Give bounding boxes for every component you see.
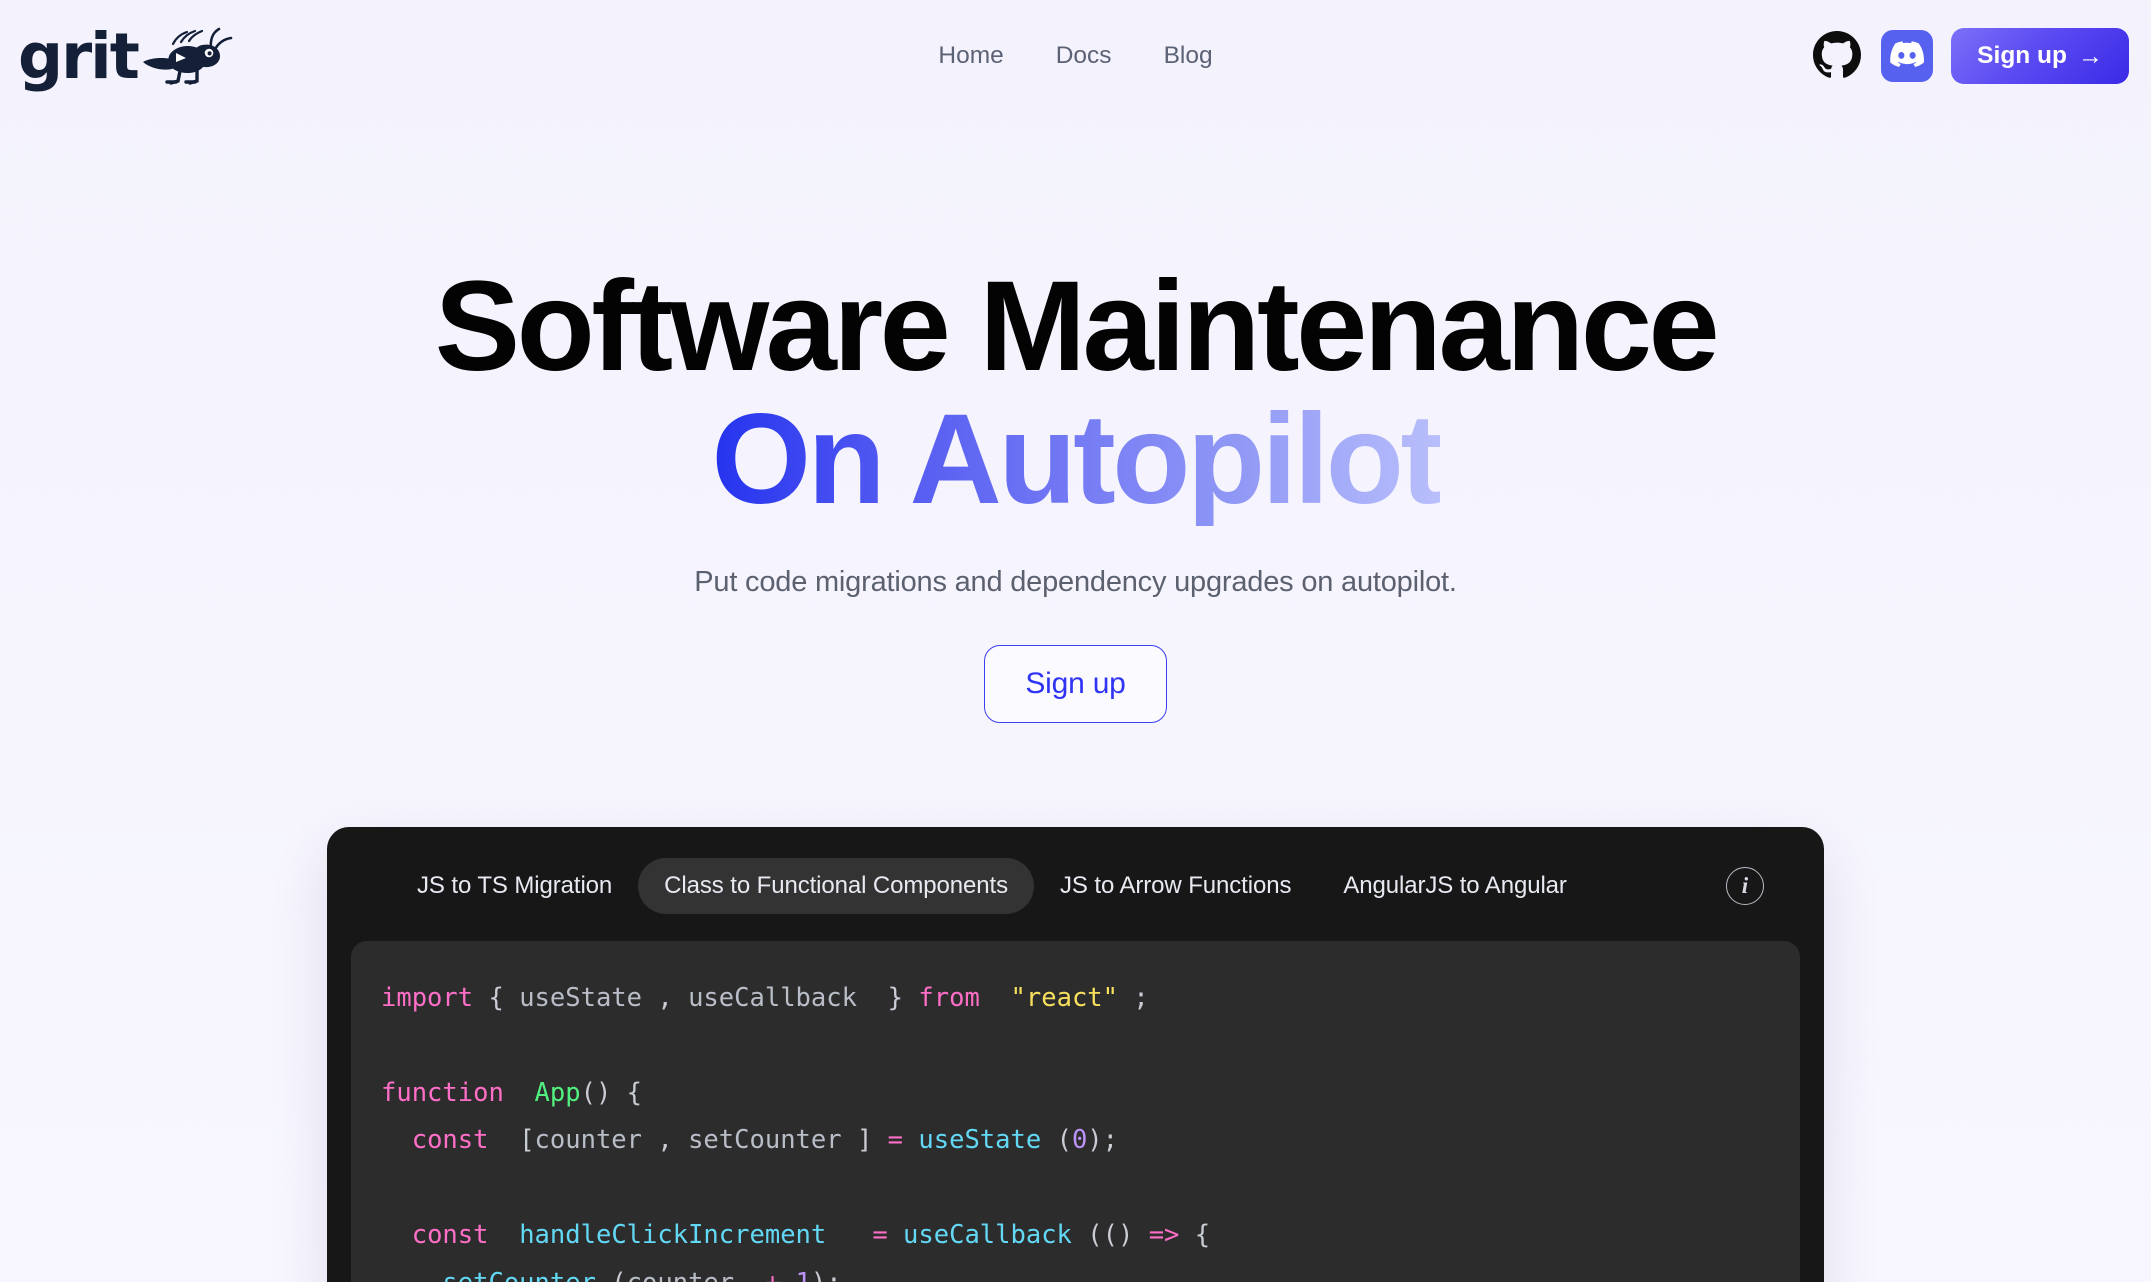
tab-js-to-ts-migration[interactable]: JS to TS Migration	[391, 858, 638, 914]
discord-icon	[1890, 37, 1925, 76]
code-token: counter	[534, 1125, 643, 1156]
code-token: =	[872, 1220, 888, 1251]
code-token: =>	[1148, 1220, 1180, 1251]
code-token: counter	[627, 1268, 734, 1282]
code-panel: JS to TS Migration Class to Functional C…	[327, 827, 1824, 1282]
page-title: Software Maintenance On Autopilot	[0, 260, 2151, 526]
hero-title-line1: Software Maintenance	[434, 255, 1720, 398]
header-signup-label: Sign up	[1977, 42, 2067, 69]
code-token: ;	[1118, 983, 1149, 1014]
nav-link-docs[interactable]: Docs	[1056, 42, 1112, 70]
nav-link-blog[interactable]: Blog	[1164, 42, 1213, 70]
code-token: setCounter	[688, 1125, 842, 1156]
code-editor-area[interactable]: import { useState , useCallback } from "…	[351, 941, 1800, 1282]
site-header: grit Home Docs Blog Sign up →	[0, 0, 2151, 112]
code-token: {	[1179, 1220, 1211, 1251]
tab-angularjs-to-angular[interactable]: AngularJS to Angular	[1317, 858, 1592, 914]
hero-signup-button[interactable]: Sign up	[984, 645, 1167, 724]
code-token: ]	[841, 1125, 888, 1156]
code-token: =	[887, 1125, 904, 1156]
main-nav: Home Docs Blog	[938, 42, 1212, 70]
code-token: App	[534, 1078, 581, 1109]
brand-logo[interactable]: grit	[18, 23, 236, 89]
code-token: {	[473, 983, 520, 1014]
code-token: () {	[580, 1078, 643, 1109]
nav-link-home[interactable]: Home	[938, 42, 1003, 70]
tab-js-to-arrow-functions[interactable]: JS to Arrow Functions	[1034, 858, 1317, 914]
hero-title-line2: On Autopilot	[711, 388, 1443, 532]
discord-link[interactable]	[1881, 30, 1934, 82]
tab-class-to-functional-components[interactable]: Class to Functional Components	[638, 858, 1035, 915]
code-token: "react"	[1010, 983, 1118, 1014]
code-token: const	[411, 1125, 489, 1156]
hero-subtitle: Put code migrations and dependency upgra…	[694, 566, 1457, 599]
code-token: handleClickIncrement	[519, 1220, 827, 1251]
code-token: function	[381, 1078, 504, 1109]
code-token: );	[811, 1268, 842, 1282]
code-token: import	[381, 983, 474, 1014]
code-token: [	[488, 1125, 535, 1156]
code-token: (	[1041, 1125, 1072, 1156]
arrow-right-icon: →	[2078, 41, 2103, 70]
code-token: ,	[642, 1125, 689, 1156]
code-token: ,	[642, 983, 689, 1014]
code-token: const	[411, 1220, 489, 1251]
header-signup-button[interactable]: Sign up →	[1951, 28, 2129, 84]
code-token: }	[856, 983, 919, 1014]
header-actions: Sign up →	[1811, 28, 2129, 84]
brand-wordmark: grit	[18, 19, 140, 93]
code-token: (()	[1071, 1220, 1149, 1251]
code-token: useState	[519, 983, 643, 1014]
code-token: +	[734, 1268, 795, 1282]
code-token: setCounter	[442, 1268, 596, 1282]
code-token: 0	[1071, 1125, 1088, 1156]
grasshopper-icon	[142, 23, 236, 89]
code-panel-wrapper: JS to TS Migration Class to Functional C…	[0, 827, 2151, 1282]
code-token: useState	[918, 1125, 1042, 1156]
github-icon	[1813, 30, 1862, 82]
code-token: from	[918, 983, 980, 1014]
code-block: import { useState , useCallback } from "…	[381, 975, 1770, 1282]
code-token: (	[596, 1268, 626, 1282]
code-token: 1	[796, 1268, 811, 1282]
code-token: useCallback	[903, 1220, 1072, 1251]
code-token: );	[1087, 1125, 1119, 1156]
code-token: useCallback	[688, 983, 857, 1014]
info-circle-icon[interactable]: i	[1726, 867, 1764, 906]
hero-section: Software Maintenance On Autopilot Put co…	[0, 112, 2151, 724]
code-panel-tabs: JS to TS Migration Class to Functional C…	[351, 853, 1800, 919]
github-link[interactable]	[1811, 30, 1863, 82]
